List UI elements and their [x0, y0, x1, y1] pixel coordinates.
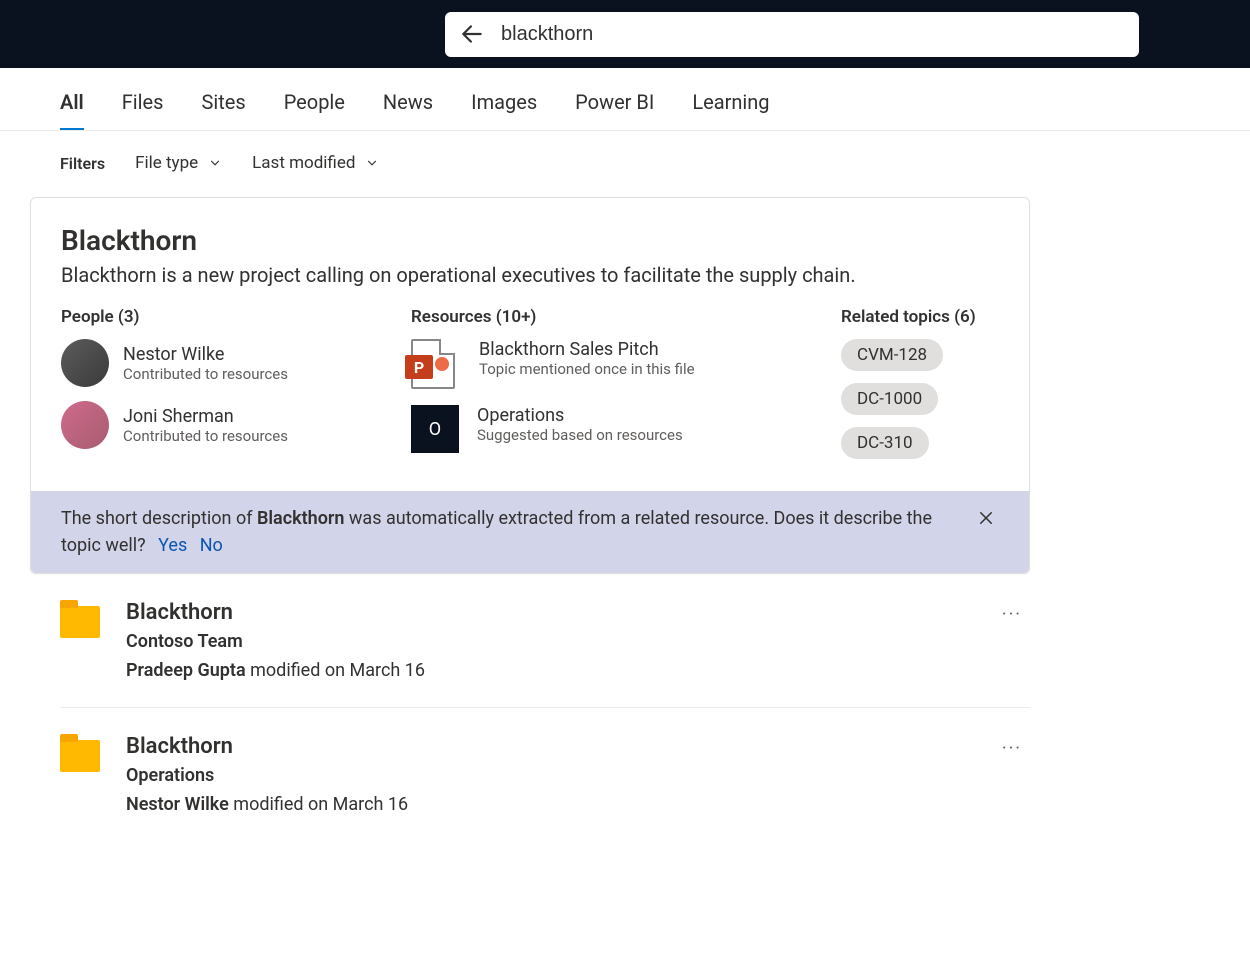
tab-news[interactable]: News	[383, 90, 433, 130]
resource-title: Operations	[477, 405, 683, 426]
answer-body: Blackthorn Blackthorn is a new project c…	[31, 198, 1029, 491]
filter-lastmodified[interactable]: Last modified	[252, 153, 379, 173]
answer-title[interactable]: Blackthorn	[61, 224, 999, 257]
more-actions-button[interactable]: ···	[994, 600, 1030, 624]
tab-powerbi[interactable]: Power BI	[575, 90, 654, 130]
result-location: Contoso Team	[126, 631, 968, 652]
result-location: Operations	[126, 765, 968, 786]
resource-sub: Topic mentioned once in this file	[479, 360, 695, 378]
content-area: Blackthorn Blackthorn is a new project c…	[0, 197, 1060, 881]
filter-lastmodified-label: Last modified	[252, 153, 355, 173]
resources-column: Resources (10+) P Blackthorn Sales Pitch…	[411, 307, 811, 471]
person-sub: Contributed to resources	[123, 365, 288, 383]
person-item[interactable]: Joni Sherman Contributed to resources	[61, 401, 381, 449]
back-arrow-icon[interactable]	[455, 17, 489, 51]
result-title[interactable]: Blackthorn	[126, 600, 968, 625]
person-item[interactable]: Nestor Wilke Contributed to resources	[61, 339, 381, 387]
search-result[interactable]: Blackthorn Contoso Team Pradeep Gupta mo…	[60, 574, 1030, 708]
tab-sites[interactable]: Sites	[201, 90, 245, 130]
search-input[interactable]	[489, 23, 1129, 46]
topics-heading: Related topics (6)	[841, 307, 999, 327]
close-icon[interactable]	[973, 505, 999, 536]
search-scope-tabs: All Files Sites People News Images Power…	[0, 68, 1250, 131]
resource-title: Blackthorn Sales Pitch	[479, 339, 695, 360]
tab-all[interactable]: All	[60, 90, 84, 130]
feedback-text: The short description of Blackthorn was …	[61, 505, 963, 559]
feedback-no[interactable]: No	[200, 535, 223, 556]
resource-sub: Suggested based on resources	[477, 426, 683, 444]
filter-filetype-label: File type	[135, 153, 198, 173]
person-name: Joni Sherman	[123, 406, 288, 427]
people-column: People (3) Nestor Wilke Contributed to r…	[61, 307, 381, 471]
answer-columns: People (3) Nestor Wilke Contributed to r…	[61, 307, 999, 471]
top-bar	[0, 0, 1250, 68]
people-heading: People (3)	[61, 307, 381, 327]
feedback-yes[interactable]: Yes	[158, 535, 187, 556]
chevron-down-icon	[208, 156, 222, 170]
filters-row: Filters File type Last modified	[0, 131, 1250, 197]
tab-learning[interactable]: Learning	[692, 90, 769, 130]
avatar	[61, 339, 109, 387]
answer-description: Blackthorn is a new project calling on o…	[61, 263, 999, 287]
person-name: Nestor Wilke	[123, 344, 288, 365]
person-sub: Contributed to resources	[123, 427, 288, 445]
more-actions-button[interactable]: ···	[994, 734, 1030, 758]
result-title[interactable]: Blackthorn	[126, 734, 968, 759]
filter-filetype[interactable]: File type	[135, 153, 222, 173]
search-result[interactable]: Blackthorn Operations Nestor Wilke modif…	[60, 708, 1030, 841]
chevron-down-icon	[365, 156, 379, 170]
powerpoint-icon: P	[411, 339, 461, 389]
topic-chip[interactable]: CVM-128	[841, 339, 943, 371]
tab-people[interactable]: People	[284, 90, 345, 130]
avatar	[61, 401, 109, 449]
result-modified: Nestor Wilke modified on March 16	[126, 794, 968, 815]
site-tile-icon: O	[411, 405, 459, 453]
result-modified: Pradeep Gupta modified on March 16	[126, 660, 968, 681]
topic-chip[interactable]: DC-1000	[841, 383, 938, 415]
related-topics-column: Related topics (6) CVM-128 DC-1000 DC-31…	[841, 307, 999, 471]
folder-icon	[60, 606, 100, 638]
tab-files[interactable]: Files	[122, 90, 164, 130]
search-box[interactable]	[445, 12, 1139, 57]
topic-chip[interactable]: DC-310	[841, 427, 929, 459]
topic-answer-card: Blackthorn Blackthorn is a new project c…	[30, 197, 1030, 574]
folder-icon	[60, 740, 100, 772]
answer-feedback-bar: The short description of Blackthorn was …	[31, 491, 1029, 573]
resource-item[interactable]: O Operations Suggested based on resource…	[411, 405, 811, 453]
tab-images[interactable]: Images	[471, 90, 537, 130]
resource-item[interactable]: P Blackthorn Sales Pitch Topic mentioned…	[411, 339, 811, 389]
filters-label: Filters	[60, 154, 105, 173]
resources-heading: Resources (10+)	[411, 307, 811, 327]
